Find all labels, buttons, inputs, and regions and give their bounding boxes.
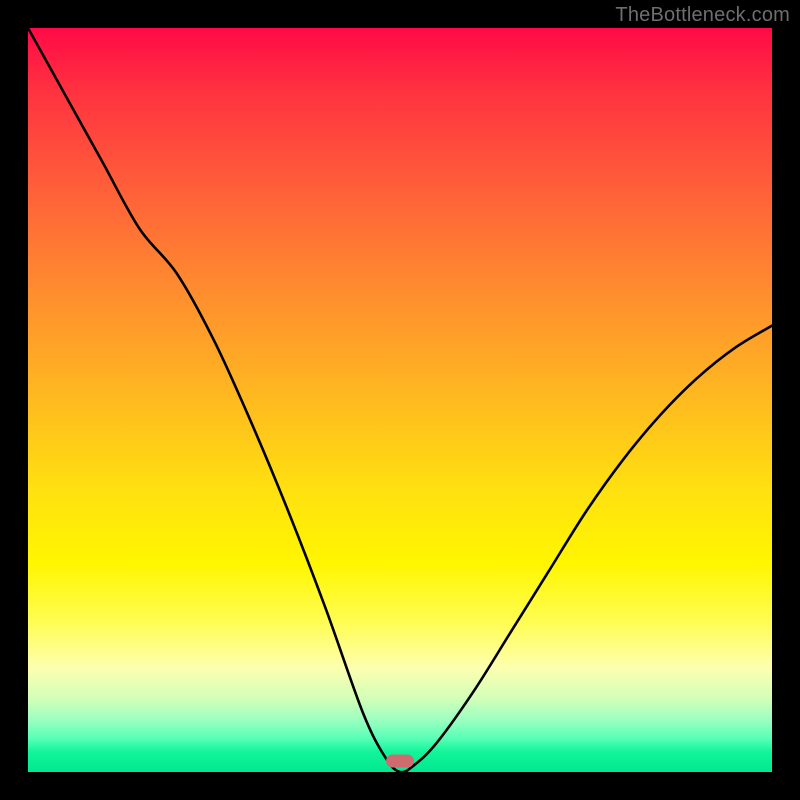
bottleneck-curve [28,28,772,772]
chart-frame: TheBottleneck.com [0,0,800,800]
plot-area [28,28,772,772]
optimum-marker [386,754,414,767]
watermark-text: TheBottleneck.com [615,4,790,27]
